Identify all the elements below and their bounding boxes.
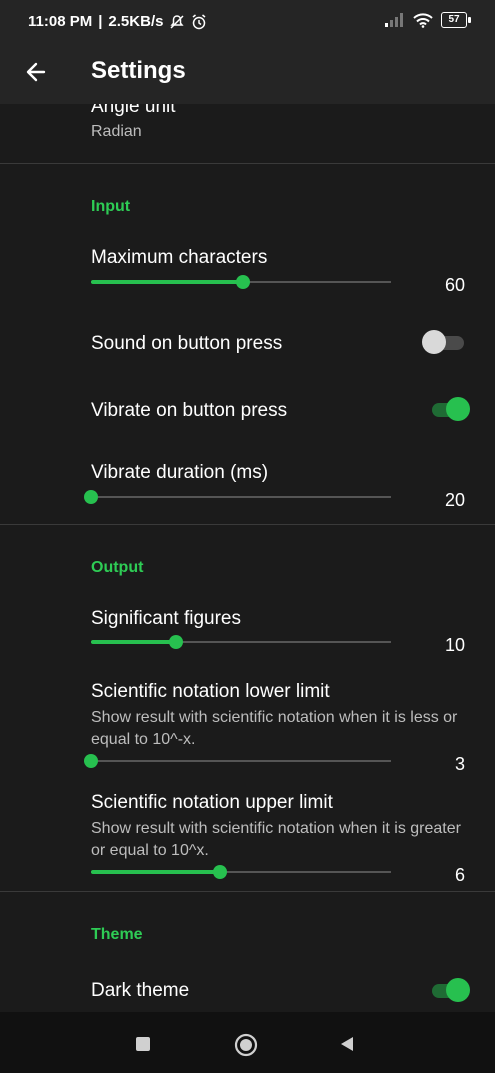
- slider-thumb[interactable]: [169, 635, 183, 649]
- nav-recent-button[interactable]: [135, 1036, 151, 1057]
- divider: [0, 163, 495, 164]
- slider-thumb[interactable]: [236, 275, 250, 289]
- sound-toggle[interactable]: [422, 330, 472, 354]
- triangle-icon: [341, 1037, 353, 1051]
- sound-title: Sound on button press: [91, 333, 283, 354]
- significant-figures-value: 10: [444, 635, 465, 655]
- nav-home-button[interactable]: [234, 1033, 258, 1062]
- sci-upper-description: Show result with scientific notation whe…: [91, 820, 461, 859]
- vibrate-title: Vibrate on button press: [91, 400, 288, 421]
- max-characters-slider[interactable]: [91, 272, 391, 292]
- back-button[interactable]: [18, 54, 54, 90]
- square-icon: [136, 1037, 150, 1051]
- vibrate-duration-title: Vibrate duration (ms): [91, 462, 269, 483]
- slider-thumb[interactable]: [84, 490, 98, 504]
- app-bar: Settings: [0, 44, 495, 104]
- section-header-input: Input: [91, 198, 131, 215]
- vibrate-toggle[interactable]: [428, 397, 472, 421]
- dark-theme-title: Dark theme: [91, 980, 190, 1001]
- slider-fill: [91, 280, 243, 284]
- dark-theme-toggle[interactable]: [428, 978, 472, 1002]
- max-characters-value: 60: [444, 275, 465, 295]
- slider-thumb[interactable]: [213, 865, 227, 879]
- divider: [0, 891, 495, 892]
- sci-upper-value: 6: [454, 865, 465, 885]
- sci-lower-title: Scientific notation lower limit: [91, 681, 330, 702]
- page-title: Settings: [91, 57, 186, 84]
- angle-unit-value: Radian: [91, 123, 142, 140]
- slider-fill: [91, 640, 176, 644]
- vibrate-duration-slider[interactable]: [84, 487, 391, 507]
- circle-icon: [234, 1033, 258, 1057]
- sci-upper-slider[interactable]: [91, 862, 391, 882]
- sci-lower-slider[interactable]: [84, 751, 391, 771]
- sci-lower-description: Show result with scientific notation whe…: [91, 709, 458, 748]
- arrow-left-icon: [26, 62, 46, 82]
- max-characters-title: Maximum characters: [91, 247, 268, 268]
- significant-figures-slider[interactable]: [91, 632, 391, 652]
- significant-figures-title: Significant figures: [91, 608, 241, 629]
- divider: [0, 524, 495, 525]
- section-header-output: Output: [91, 559, 144, 576]
- nav-back-button[interactable]: [338, 1035, 356, 1058]
- slider-thumb[interactable]: [84, 754, 98, 768]
- section-header-theme: Theme: [91, 926, 143, 943]
- sci-upper-title: Scientific notation upper limit: [91, 792, 333, 813]
- system-navigation-bar: [0, 1012, 495, 1073]
- vibrate-duration-value: 20: [444, 490, 465, 510]
- sci-lower-value: 3: [454, 754, 465, 774]
- slider-fill: [91, 870, 220, 874]
- settings-list[interactable]: Angle unit Radian Input Maximum characte…: [0, 0, 495, 1012]
